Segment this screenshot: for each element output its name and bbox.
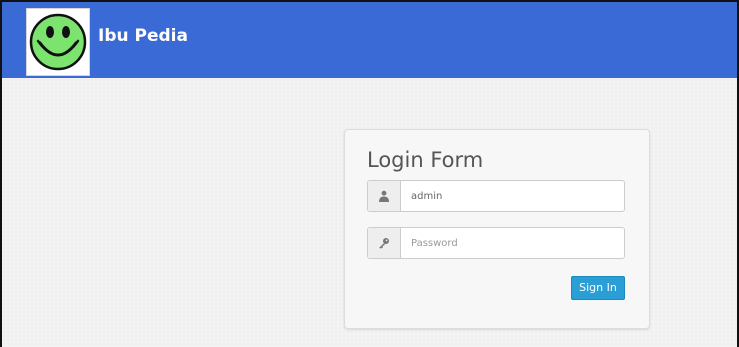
key-addon [368,228,401,258]
login-form-title: Login Form [367,148,484,172]
username-input-group [367,180,625,212]
top-navbar: Ibu Pedia [2,2,737,78]
smiley-face-icon [29,13,87,71]
login-card: Login Form admin Sign In [344,129,650,329]
user-icon [379,190,389,202]
logo[interactable] [26,8,90,76]
username-input[interactable] [401,181,624,211]
sign-in-button[interactable]: Sign In [571,276,625,300]
password-input[interactable] [401,228,624,258]
key-icon [379,238,389,249]
password-input-group [367,227,625,259]
user-addon [368,181,401,211]
main-content: Login Form admin Sign In [2,78,737,347]
browser-frame: Ibu Pedia Login Form admin Sign In [0,0,739,347]
brand-title[interactable]: Ibu Pedia [98,26,188,46]
